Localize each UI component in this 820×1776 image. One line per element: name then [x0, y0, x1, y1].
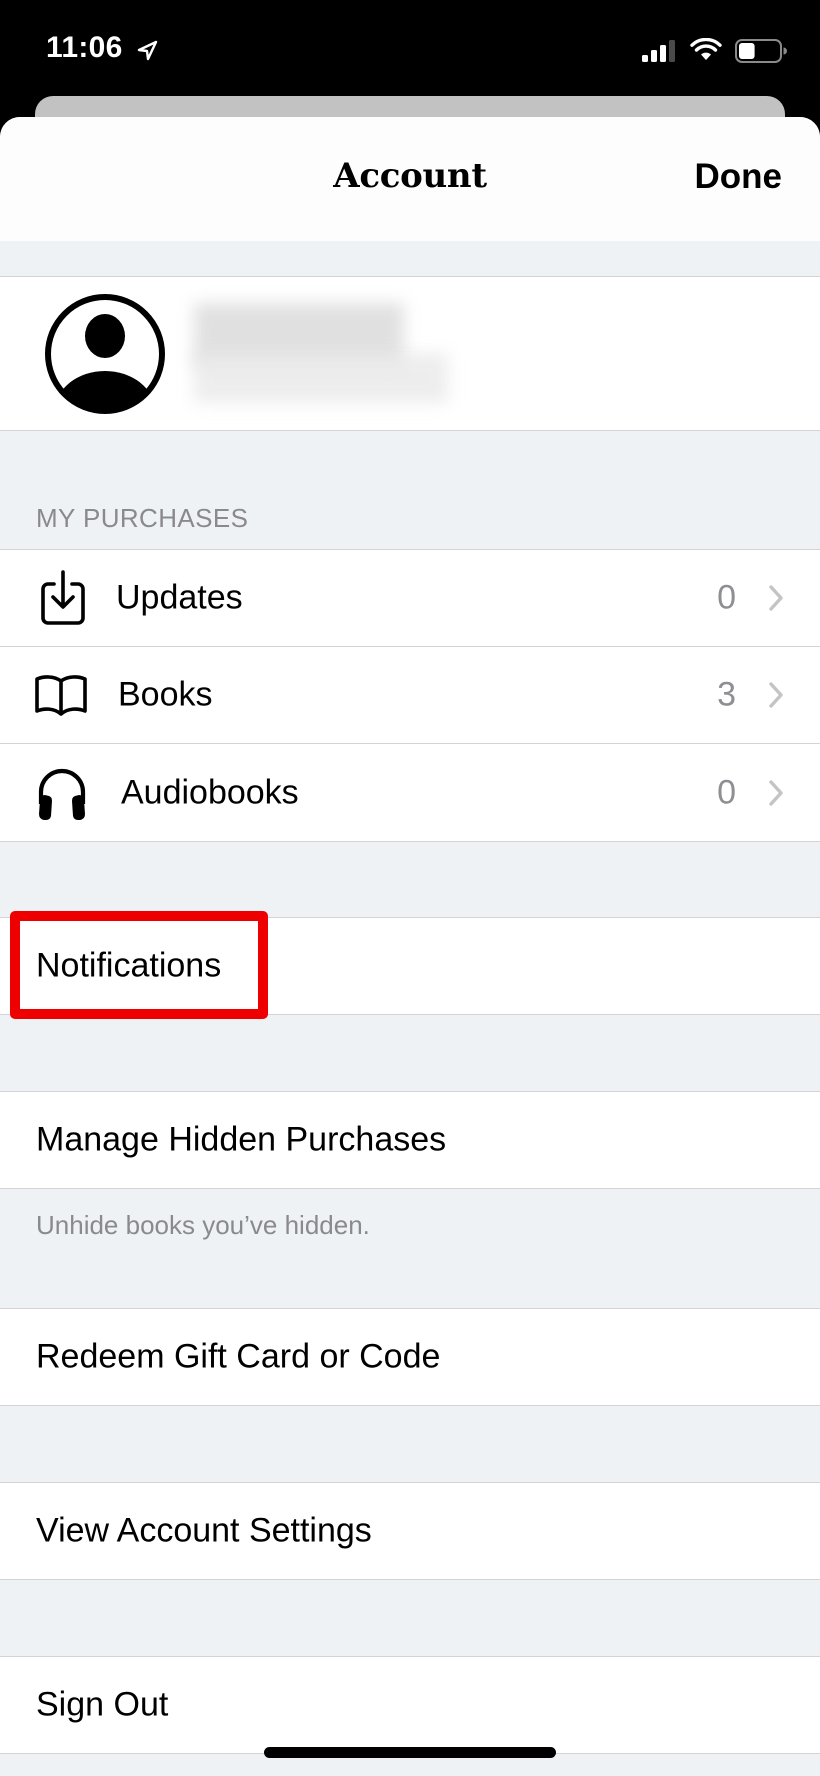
purchases-item-label: Audiobooks	[121, 773, 299, 811]
status-time: 11:06	[46, 31, 123, 64]
location-arrow-icon	[137, 40, 158, 61]
sign-out-row[interactable]: Sign Out	[0, 1656, 820, 1754]
chevron-right-icon	[769, 585, 783, 611]
home-indicator[interactable]	[264, 1747, 556, 1758]
purchases-item-count: 0	[717, 578, 736, 617]
hidden-purchases-footer: Unhide books you’ve hidden.	[36, 1210, 370, 1240]
book-icon	[35, 675, 87, 716]
signal-bar	[642, 55, 648, 62]
chevron-right-icon	[769, 779, 783, 806]
view-account-settings-label: View Account Settings	[36, 1511, 372, 1550]
purchases-item-count: 3	[717, 675, 736, 714]
manage-hidden-purchases-label: Manage Hidden Purchases	[36, 1120, 447, 1159]
battery-icon	[735, 39, 787, 63]
purchases-item-label: Updates	[116, 578, 243, 617]
status-bar: 11:06	[0, 0, 820, 96]
chevron-right-icon	[769, 682, 783, 708]
redacted-account-name	[194, 303, 448, 403]
signal-bar	[669, 40, 675, 62]
download-tray-icon	[41, 570, 85, 625]
account-sheet: Account Done MY PURCHASES Updates 0 Book…	[0, 117, 820, 1776]
headphones-icon	[38, 768, 86, 820]
sign-out-label: Sign Out	[36, 1685, 169, 1724]
person-circle-icon	[45, 294, 165, 414]
redeem-gift-card-row[interactable]: Redeem Gift Card or Code	[0, 1308, 820, 1406]
profile-row[interactable]	[0, 276, 820, 431]
section-header-my-purchases: MY PURCHASES	[36, 503, 249, 533]
redeem-gift-card-label: Redeem Gift Card or Code	[36, 1337, 441, 1376]
done-button[interactable]: Done	[695, 157, 783, 197]
purchases-item-audiobooks[interactable]: Audiobooks 0	[0, 744, 820, 841]
notifications-row[interactable]: Notifications	[0, 917, 820, 1015]
purchases-item-label: Books	[118, 675, 213, 714]
manage-hidden-purchases-row[interactable]: Manage Hidden Purchases	[0, 1091, 820, 1189]
purchases-item-books[interactable]: Books 3	[0, 647, 820, 744]
purchases-list: Updates 0 Books 3 Audiobooks 0	[0, 549, 820, 842]
cellular-signal-icon	[642, 40, 675, 62]
signal-bar	[651, 50, 657, 62]
view-account-settings-row[interactable]: View Account Settings	[0, 1482, 820, 1580]
nav-header: Account Done	[0, 117, 820, 241]
signal-bar	[660, 45, 666, 62]
purchases-item-count: 0	[717, 773, 736, 811]
wifi-icon	[690, 38, 722, 60]
notifications-label: Notifications	[36, 946, 222, 985]
purchases-item-updates[interactable]: Updates 0	[0, 550, 820, 647]
